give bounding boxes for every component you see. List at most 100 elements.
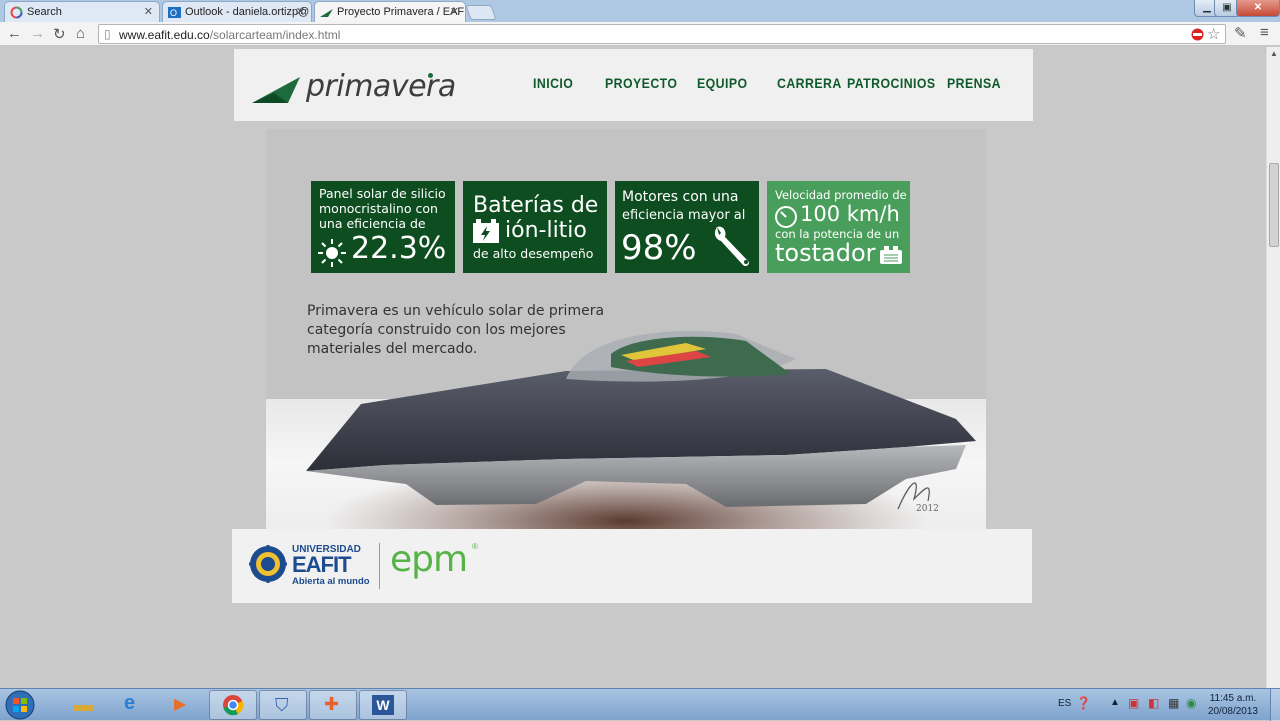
feature-text: monocristalino con xyxy=(319,201,438,216)
feature-text: Motores con una xyxy=(622,189,739,205)
feature-text: una eficiencia de xyxy=(319,216,426,231)
internet-explorer-icon: e xyxy=(124,692,136,714)
feature-big-value: 100 km/h xyxy=(800,202,900,226)
language-indicator[interactable]: ES xyxy=(1058,698,1071,709)
help-icon[interactable]: ❓ xyxy=(1076,696,1091,710)
taskbar-office[interactable]: ✚ xyxy=(309,690,357,720)
browser-toolbar: ← → ↻ ⌂ ▯ www.eafit.edu.co/solarcarteam/… xyxy=(0,22,1280,46)
hero-banner: 2012 Panel solar de silicio monocristali… xyxy=(266,129,986,529)
eafit-tagline: Abierta al mundo xyxy=(292,576,370,587)
taskbar-explorer[interactable]: ▬ xyxy=(60,690,108,720)
feature-text: tostador xyxy=(775,239,876,267)
feature-big-value: 98% xyxy=(621,228,697,268)
nav-prensa[interactable]: PRENSA xyxy=(947,75,1001,91)
taskbar-security[interactable]: ⛉ xyxy=(259,690,307,720)
taskbar-chrome[interactable] xyxy=(209,690,257,720)
feature-text: Panel solar de silicio xyxy=(319,186,446,201)
taskbar-media-player[interactable]: ▶ xyxy=(160,690,208,720)
chrome-icon xyxy=(223,695,244,716)
url-path: /solarcarteam/index.html xyxy=(209,28,341,42)
nav-patrocinios[interactable]: PATROCINIOS xyxy=(847,75,936,91)
feature-text: ión-litio xyxy=(505,218,587,243)
close-window-button[interactable]: ✕ xyxy=(1236,0,1280,17)
primavera-logo-icon[interactable] xyxy=(252,75,302,105)
system-clock[interactable]: 11:45 a.m. 20/08/2013 xyxy=(1208,692,1258,718)
eafit-seal-icon[interactable] xyxy=(249,545,287,583)
nav-inicio[interactable]: INICIO xyxy=(533,75,573,91)
tab-outlook[interactable]: O Outlook - daniela.ortizp@ ✕ xyxy=(162,1,312,22)
start-button-icon[interactable] xyxy=(4,690,36,720)
word-icon: W xyxy=(372,695,394,715)
toaster-icon xyxy=(880,246,902,264)
close-tab-icon[interactable]: ✕ xyxy=(450,5,459,18)
feature-batteries: Baterías de ión-litio de alto desempeño xyxy=(463,181,607,273)
outlook-icon: O xyxy=(168,7,181,18)
forward-arrow-icon[interactable]: → xyxy=(30,25,45,42)
registered-mark: ® xyxy=(472,542,478,551)
folder-icon: ▬ xyxy=(73,694,93,716)
battery-icon xyxy=(473,219,499,243)
volume-icon[interactable]: ◧ xyxy=(1148,696,1159,710)
page-scrollbar[interactable]: ▲ xyxy=(1266,47,1280,688)
tab-primavera[interactable]: Proyecto Primavera / EAFI ✕ xyxy=(314,1,466,22)
speedometer-icon xyxy=(775,206,797,228)
epm-logo-text[interactable]: epm xyxy=(390,539,468,580)
sponsor-divider xyxy=(379,543,380,589)
sun-icon xyxy=(318,239,346,267)
taskbar-word[interactable]: W xyxy=(359,690,407,720)
home-icon[interactable]: ⌂ xyxy=(76,25,85,42)
feature-text: Baterías de xyxy=(473,193,599,218)
close-tab-icon[interactable]: ✕ xyxy=(296,5,305,18)
feature-text: eficiencia mayor al xyxy=(622,208,746,223)
url-text[interactable]: www.eafit.edu.co/solarcarteam/index.html xyxy=(119,28,340,42)
media-player-icon: ▶ xyxy=(174,696,187,713)
office-icon: ✚ xyxy=(324,694,340,714)
scroll-up-arrow-icon[interactable]: ▲ xyxy=(1270,49,1278,58)
windows-taskbar: ▬ e ▶ ⛉ ✚ W ES ❓ ▲ ▣ ◧ ▦ ◉ 11:45 a.m. 20… xyxy=(0,688,1280,721)
signature-year: 2012 xyxy=(916,504,939,514)
primavera-favicon-icon xyxy=(320,9,333,17)
reload-icon[interactable]: ↻ xyxy=(53,25,66,43)
tab-title: Search xyxy=(27,6,62,18)
feature-text: Velocidad promedio de xyxy=(775,188,907,202)
logo-dot xyxy=(428,73,433,78)
site-header: primavera INICIO PROYECTO EQUIPO CARRERA… xyxy=(234,49,1033,121)
network-icon[interactable]: ▣ xyxy=(1128,696,1139,710)
tab-title: Proyecto Primavera / EAFI xyxy=(337,6,466,18)
page-icon: ▯ xyxy=(104,27,111,41)
back-arrow-icon[interactable]: ← xyxy=(7,25,22,42)
tab-search[interactable]: Search ✕ xyxy=(4,1,160,22)
logo-text[interactable]: primavera xyxy=(306,69,456,104)
power-icon[interactable]: ▦ xyxy=(1168,696,1179,710)
extension-icon[interactable] xyxy=(1191,28,1204,41)
clock-date: 20/08/2013 xyxy=(1207,706,1258,717)
eafit-logo-text[interactable]: EAFIT xyxy=(292,552,352,578)
close-tab-icon[interactable]: ✕ xyxy=(144,5,153,18)
taskbar-ie[interactable]: e xyxy=(110,690,158,720)
feature-solar-panel: Panel solar de silicio monocristalino co… xyxy=(311,181,455,273)
sponsors-footer: UNIVERSIDAD EAFIT Abierta al mundo epm ® xyxy=(232,529,1032,603)
scrollbar-thumb[interactable] xyxy=(1269,163,1279,247)
new-tab-button[interactable] xyxy=(465,5,497,20)
feature-speed: Velocidad promedio de 100 km/h con la po… xyxy=(767,181,910,273)
sync-icon[interactable]: ◉ xyxy=(1186,696,1196,710)
show-desktop-button[interactable] xyxy=(1270,689,1280,721)
feature-big-value: 22.3% xyxy=(351,231,447,266)
eyedropper-icon[interactable]: ✎ xyxy=(1234,24,1247,42)
feature-text: de alto desempeño xyxy=(473,246,594,261)
menu-icon[interactable]: ≡ xyxy=(1260,24,1269,41)
show-hidden-icons-arrow[interactable]: ▲ xyxy=(1110,697,1120,708)
address-bar[interactable]: ▯ www.eafit.edu.co/solarcarteam/index.ht… xyxy=(98,24,1226,44)
search-icon xyxy=(10,6,23,19)
nav-equipo[interactable]: EQUIPO xyxy=(697,75,748,91)
bookmark-star-icon[interactable]: ☆ xyxy=(1207,25,1220,43)
hero-description: Primavera es un vehículo solar de primer… xyxy=(307,303,605,357)
clock-time: 11:45 a.m. xyxy=(1209,693,1257,704)
nav-carrera[interactable]: CARRERA xyxy=(777,75,842,91)
nav-proyecto[interactable]: PROYECTO xyxy=(605,75,677,91)
svg-text:O: O xyxy=(170,8,177,18)
wrench-icon xyxy=(714,226,749,267)
browser-tab-bar: Search ✕ O Outlook - daniela.ortizp@ ✕ P… xyxy=(0,0,1280,22)
tab-title: Outlook - daniela.ortizp@ xyxy=(185,6,310,18)
page-viewport: primavera INICIO PROYECTO EQUIPO CARRERA… xyxy=(0,47,1266,688)
